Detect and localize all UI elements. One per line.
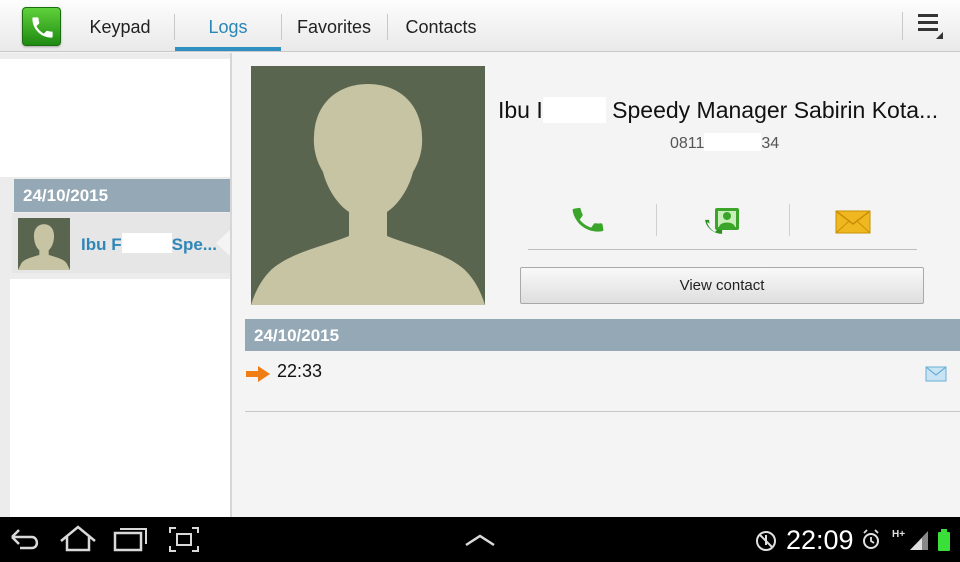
redaction-block: [704, 133, 762, 151]
list-blank-area: [10, 279, 230, 517]
overflow-menu-icon: [918, 14, 943, 39]
home-icon[interactable]: [58, 517, 98, 562]
list-date-header: 24/10/2015: [14, 179, 231, 212]
network-type: H+: [892, 529, 906, 540]
tab-favorites[interactable]: Favorites: [282, 0, 386, 52]
action-divider: [656, 204, 657, 236]
menu-divider: [902, 12, 903, 40]
back-icon[interactable]: [8, 517, 42, 562]
envelope-icon[interactable]: [925, 366, 947, 382]
tab-keypad[interactable]: Keypad: [66, 0, 174, 52]
phone-app-icon[interactable]: [22, 7, 61, 46]
alarm-icon: [863, 529, 879, 549]
call-button[interactable]: [570, 202, 610, 242]
logs-list-pane: 24/10/2015 Ibu F Spe...: [0, 53, 232, 517]
list-blank-area: [0, 59, 230, 177]
list-item[interactable]: Ibu F Spe...: [12, 213, 230, 273]
overflow-menu-button[interactable]: [902, 0, 960, 52]
recent-apps-icon[interactable]: [112, 517, 148, 562]
signal-strength-icon: [910, 531, 928, 550]
contact-number: 0811 34: [670, 133, 780, 152]
tab-contacts[interactable]: Contacts: [388, 0, 494, 52]
data-saving-icon: [756, 531, 776, 551]
contact-name: Ibu I Speedy Manager Sabirin Kota...: [498, 97, 939, 123]
action-divider: [789, 204, 790, 236]
pane-divider: [230, 53, 232, 517]
selection-pointer: [216, 230, 230, 256]
video-call-button[interactable]: [703, 202, 743, 242]
list-item-name: Ibu F Spe...: [81, 233, 217, 254]
contact-photo[interactable]: [251, 66, 485, 305]
view-contact-button[interactable]: View contact: [520, 267, 924, 304]
envelope-icon: [835, 210, 871, 234]
call-time: 22:33: [277, 361, 323, 381]
contact-actions: [528, 196, 917, 250]
phone-app: Keypad Logs Favorites Contacts 24/10/201…: [0, 0, 960, 517]
video-call-icon: [705, 208, 739, 234]
action-bar: Keypad Logs Favorites Contacts: [0, 0, 960, 52]
contact-thumbnail: [18, 218, 70, 270]
tab-logs[interactable]: Logs: [175, 0, 281, 52]
battery-icon: [938, 529, 950, 551]
history-date-header: 24/10/2015: [245, 319, 960, 351]
status-clock: 22:09: [786, 525, 854, 555]
active-tab-indicator: [175, 47, 281, 51]
screenshot-icon[interactable]: [167, 517, 201, 562]
phone-call-icon: [572, 207, 604, 232]
redaction-block: [542, 97, 606, 123]
message-button[interactable]: [834, 202, 874, 242]
chevron-up-icon[interactable]: [462, 517, 498, 562]
call-log-entry[interactable]: 22:33: [245, 352, 960, 412]
redaction-block: [121, 233, 172, 253]
system-navigation-bar: 22:09 H+: [0, 517, 960, 562]
outgoing-arrow-icon: [246, 366, 270, 382]
